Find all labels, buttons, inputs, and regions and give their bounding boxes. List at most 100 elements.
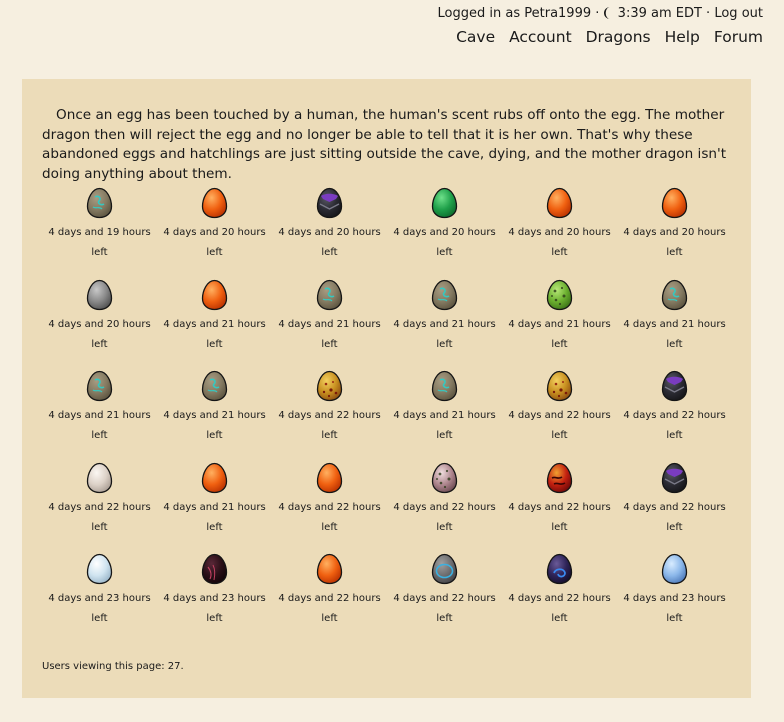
egg-time-left: 4 days and 22 hours left bbox=[393, 501, 496, 533]
egg-item[interactable]: 4 days and 22 hours left bbox=[42, 462, 157, 554]
egg-item[interactable]: 4 days and 21 hours left bbox=[42, 370, 157, 462]
egg-grid: 4 days and 19 hours left 4 days and 20 ho… bbox=[42, 187, 732, 645]
egg-icon[interactable] bbox=[316, 279, 343, 311]
egg-icon[interactable] bbox=[661, 462, 688, 494]
egg-icon[interactable] bbox=[431, 553, 458, 585]
egg-icon[interactable] bbox=[546, 187, 573, 219]
egg-time-left: 4 days and 21 hours left bbox=[278, 318, 381, 350]
time-text: 3:39 am EDT · bbox=[617, 6, 711, 21]
egg-item[interactable]: 4 days and 22 hours left bbox=[387, 553, 502, 645]
egg-icon[interactable] bbox=[431, 370, 458, 402]
egg-time-left: 4 days and 20 hours left bbox=[278, 227, 381, 258]
egg-item[interactable]: 4 days and 22 hours left bbox=[502, 370, 617, 462]
egg-icon[interactable] bbox=[316, 462, 343, 494]
egg-icon[interactable] bbox=[431, 279, 458, 311]
egg-item[interactable]: 4 days and 20 hours left bbox=[272, 187, 387, 279]
egg-time-left: 4 days and 21 hours left bbox=[393, 318, 496, 350]
egg-time-left: 4 days and 21 hours left bbox=[508, 318, 611, 350]
egg-item[interactable]: 4 days and 21 hours left bbox=[387, 279, 502, 371]
intro-text: Once an egg has been touched by a human,… bbox=[42, 107, 727, 182]
egg-item[interactable]: 4 days and 21 hours left bbox=[157, 462, 272, 554]
nav-cave[interactable]: Cave bbox=[456, 28, 495, 46]
egg-icon[interactable] bbox=[86, 187, 113, 219]
egg-icon[interactable] bbox=[316, 370, 343, 402]
egg-icon[interactable] bbox=[431, 462, 458, 494]
egg-icon[interactable] bbox=[546, 462, 573, 494]
egg-item[interactable]: 4 days and 23 hours left bbox=[617, 553, 732, 645]
egg-time-left: 4 days and 21 hours left bbox=[623, 318, 726, 350]
egg-icon[interactable] bbox=[546, 553, 573, 585]
nav-help[interactable]: Help bbox=[665, 28, 700, 46]
egg-time-left: 4 days and 23 hours left bbox=[623, 593, 726, 624]
egg-time-left: 4 days and 23 hours left bbox=[163, 593, 266, 624]
egg-icon[interactable] bbox=[661, 553, 688, 585]
egg-icon[interactable] bbox=[661, 187, 688, 219]
login-status: Logged in as Petra1999 · 3:39 am EDT · L… bbox=[438, 5, 763, 22]
egg-item[interactable]: 4 days and 22 hours left bbox=[617, 462, 732, 554]
egg-item[interactable]: 4 days and 21 hours left bbox=[157, 370, 272, 462]
egg-item[interactable]: 4 days and 21 hours left bbox=[502, 279, 617, 371]
egg-icon[interactable] bbox=[201, 370, 228, 402]
logout-link[interactable]: Log out bbox=[714, 6, 763, 21]
egg-item[interactable]: 4 days and 20 hours left bbox=[617, 187, 732, 279]
nav-account[interactable]: Account bbox=[509, 28, 572, 46]
egg-item[interactable]: 4 days and 21 hours left bbox=[157, 279, 272, 371]
egg-item[interactable]: 4 days and 22 hours left bbox=[502, 462, 617, 554]
egg-time-left: 4 days and 21 hours left bbox=[163, 318, 266, 350]
egg-icon[interactable] bbox=[661, 370, 688, 402]
content-panel: Once an egg has been touched by a human,… bbox=[22, 79, 751, 698]
egg-time-left: 4 days and 22 hours left bbox=[508, 593, 611, 624]
egg-item[interactable]: 4 days and 22 hours left bbox=[272, 462, 387, 554]
egg-icon[interactable] bbox=[201, 462, 228, 494]
egg-time-left: 4 days and 20 hours left bbox=[48, 318, 151, 350]
egg-time-left: 4 days and 22 hours left bbox=[508, 410, 611, 441]
egg-time-left: 4 days and 20 hours left bbox=[393, 227, 496, 258]
egg-time-left: 4 days and 22 hours left bbox=[48, 501, 151, 533]
egg-time-left: 4 days and 21 hours left bbox=[48, 410, 151, 441]
egg-item[interactable]: 4 days and 22 hours left bbox=[387, 462, 502, 554]
egg-icon[interactable] bbox=[86, 553, 113, 585]
egg-item[interactable]: 4 days and 23 hours left bbox=[42, 553, 157, 645]
egg-icon[interactable] bbox=[201, 553, 228, 585]
egg-time-left: 4 days and 21 hours left bbox=[393, 410, 496, 441]
egg-icon[interactable] bbox=[86, 370, 113, 402]
egg-time-left: 4 days and 22 hours left bbox=[278, 501, 381, 533]
egg-time-left: 4 days and 20 hours left bbox=[163, 227, 266, 258]
egg-item[interactable]: 4 days and 21 hours left bbox=[272, 279, 387, 371]
nav-dragons[interactable]: Dragons bbox=[586, 28, 651, 46]
egg-item[interactable]: 4 days and 22 hours left bbox=[502, 553, 617, 645]
egg-icon[interactable] bbox=[201, 187, 228, 219]
egg-time-left: 4 days and 22 hours left bbox=[508, 501, 611, 533]
egg-time-left: 4 days and 20 hours left bbox=[623, 227, 726, 258]
egg-item[interactable]: 4 days and 20 hours left bbox=[387, 187, 502, 279]
moon-icon bbox=[603, 7, 610, 19]
egg-time-left: 4 days and 22 hours left bbox=[278, 593, 381, 624]
egg-icon[interactable] bbox=[86, 279, 113, 311]
egg-time-left: 4 days and 21 hours left bbox=[163, 501, 266, 533]
egg-icon[interactable] bbox=[431, 187, 458, 219]
egg-icon[interactable] bbox=[546, 279, 573, 311]
egg-item[interactable]: 4 days and 22 hours left bbox=[617, 370, 732, 462]
egg-item[interactable]: 4 days and 20 hours left bbox=[502, 187, 617, 279]
egg-time-left: 4 days and 19 hours left bbox=[48, 227, 151, 258]
egg-icon[interactable] bbox=[86, 462, 113, 494]
egg-icon[interactable] bbox=[316, 187, 343, 219]
egg-item[interactable]: 4 days and 22 hours left bbox=[272, 553, 387, 645]
egg-time-left: 4 days and 21 hours left bbox=[163, 410, 266, 441]
egg-item[interactable]: 4 days and 21 hours left bbox=[387, 370, 502, 462]
egg-item[interactable]: 4 days and 19 hours left bbox=[42, 187, 157, 279]
egg-item[interactable]: 4 days and 20 hours left bbox=[42, 279, 157, 371]
nav-forum[interactable]: Forum bbox=[714, 28, 763, 46]
egg-item[interactable]: 4 days and 23 hours left bbox=[157, 553, 272, 645]
egg-icon[interactable] bbox=[316, 553, 343, 585]
egg-item[interactable]: 4 days and 21 hours left bbox=[617, 279, 732, 371]
egg-icon[interactable] bbox=[201, 279, 228, 311]
egg-icon[interactable] bbox=[661, 279, 688, 311]
viewer-count: Users viewing this page: 27. bbox=[42, 661, 184, 672]
main-nav: Cave Account Dragons Help Forum bbox=[438, 28, 763, 46]
logged-in-text: Logged in as Petra1999 · bbox=[437, 6, 600, 21]
egg-time-left: 4 days and 22 hours left bbox=[623, 410, 726, 441]
egg-icon[interactable] bbox=[546, 370, 573, 402]
egg-item[interactable]: 4 days and 20 hours left bbox=[157, 187, 272, 279]
egg-item[interactable]: 4 days and 22 hours left bbox=[272, 370, 387, 462]
